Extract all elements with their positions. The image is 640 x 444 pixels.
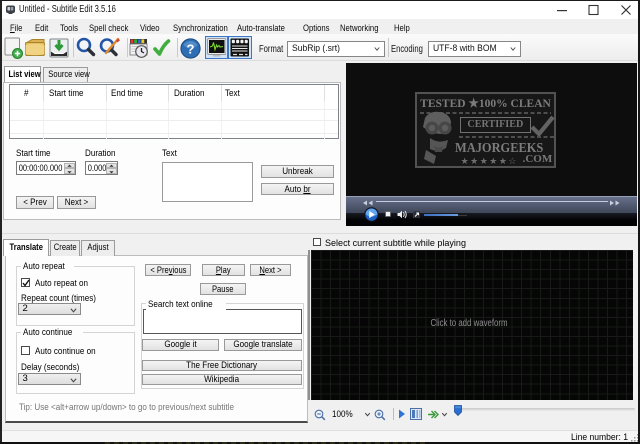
svg-text:?: ? [186,41,194,56]
